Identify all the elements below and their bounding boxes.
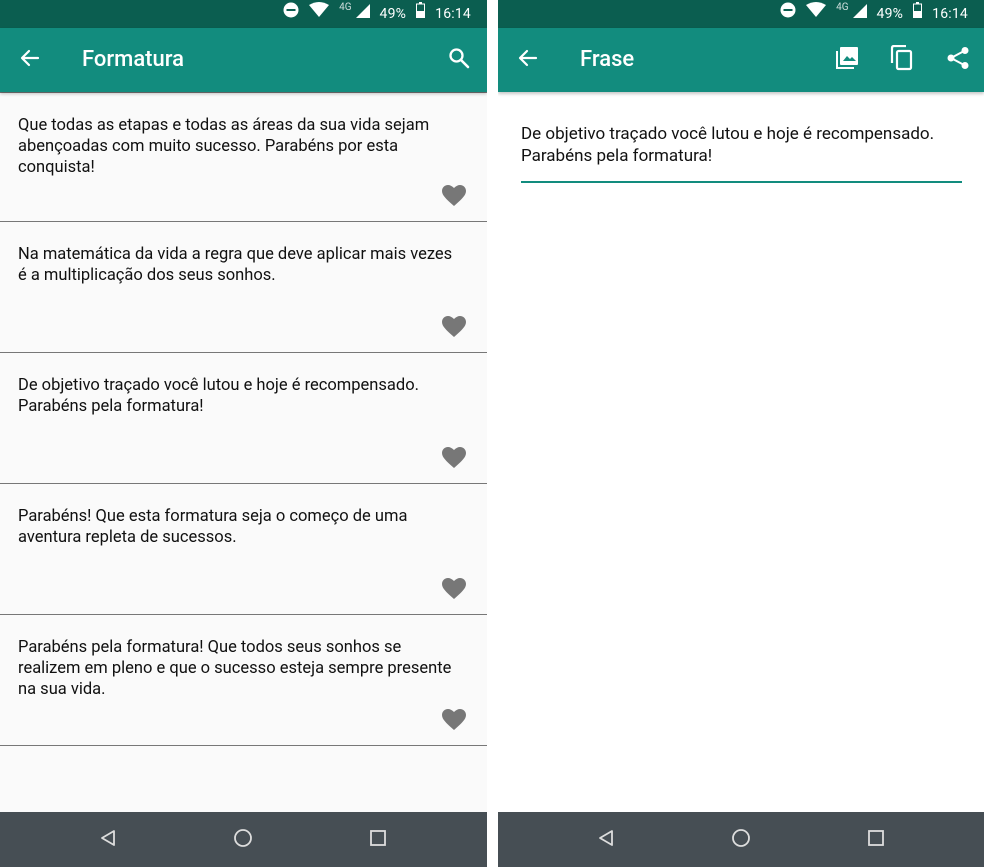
favorite-button[interactable] [441, 709, 467, 735]
battery-level: 49% [379, 6, 407, 22]
nav-recents-button[interactable] [860, 824, 892, 856]
phrase-text: Parabéns! Que esta formatura seja o come… [18, 507, 408, 547]
image-button[interactable] [829, 42, 865, 78]
phrase-list: Que todas as etapas e todas as áreas da … [0, 92, 487, 746]
nav-back-icon [99, 829, 117, 851]
search-button[interactable] [441, 42, 477, 78]
battery-icon [416, 0, 426, 28]
status-bar: 4G 49% 16:14 [0, 0, 487, 28]
copy-button[interactable] [884, 42, 920, 78]
phrase-text: De objetivo traçado você lutou e hoje é … [18, 376, 419, 416]
app-bar: Frase [498, 28, 984, 92]
list-item[interactable]: Parabéns! Que esta formatura seja o come… [0, 484, 487, 615]
network-type: 4G [339, 2, 352, 13]
heart-icon [442, 709, 466, 735]
field-underline [521, 181, 962, 183]
list-item[interactable]: De objetivo traçado você lutou e hoje é … [0, 353, 487, 484]
list-item[interactable]: Parabéns pela formatura! Que todos seus … [0, 615, 487, 746]
nav-back-button[interactable] [590, 824, 622, 856]
phrase-field[interactable]: De objetivo traçado você lutou e hoje é … [521, 123, 962, 167]
phrase-text: Que todas as etapas e todas as áreas da … [18, 116, 430, 177]
nav-recents-icon [369, 829, 387, 851]
wifi-icon [806, 0, 827, 28]
phrase-text: Na matemática da vida a regra que deve a… [18, 245, 453, 285]
nav-recents-button[interactable] [362, 824, 394, 856]
right-screen: 4G 49% 16:14 Frase De objetivo traçado v… [498, 0, 984, 867]
left-screen: 4G 49% 16:14 Formatura Que todas as etap… [0, 0, 487, 867]
list-item[interactable]: Na matemática da vida a regra que deve a… [0, 222, 487, 353]
app-bar: Formatura [0, 28, 487, 92]
clock: 16:14 [932, 6, 968, 22]
phrase-text: Parabéns pela formatura! Que todos seus … [18, 638, 452, 699]
network-type: 4G [836, 2, 849, 13]
back-button[interactable] [512, 44, 544, 76]
nav-recents-icon [867, 829, 885, 851]
copy-icon [890, 44, 914, 75]
signal-icon [852, 0, 867, 28]
nav-back-button[interactable] [92, 824, 124, 856]
navigation-bar [0, 812, 487, 867]
nav-home-icon [731, 828, 751, 852]
wifi-icon [309, 0, 330, 28]
favorite-button[interactable] [441, 185, 467, 211]
battery-level: 49% [876, 6, 904, 22]
list-item[interactable]: Que todas as etapas e todas as áreas da … [0, 92, 487, 222]
favorite-button[interactable] [441, 316, 467, 342]
page-title: Frase [580, 47, 635, 72]
battery-icon [913, 0, 923, 28]
favorite-button[interactable] [441, 578, 467, 604]
signal-icon [355, 0, 370, 28]
status-bar: 4G 49% 16:14 [498, 0, 984, 28]
heart-icon [442, 316, 466, 342]
nav-back-icon [597, 829, 615, 851]
dnd-icon [283, 0, 299, 28]
heart-icon [442, 447, 466, 473]
dnd-icon [780, 0, 796, 28]
heart-icon [442, 578, 466, 604]
search-icon [448, 47, 470, 73]
clock: 16:14 [435, 6, 471, 22]
image-icon [835, 46, 859, 74]
navigation-bar [498, 812, 984, 867]
nav-home-button[interactable] [725, 824, 757, 856]
back-button[interactable] [14, 44, 46, 76]
share-icon [946, 46, 970, 74]
favorite-button[interactable] [441, 447, 467, 473]
back-arrow-icon [518, 48, 538, 72]
screen-divider [487, 0, 498, 867]
nav-home-button[interactable] [227, 824, 259, 856]
page-title: Formatura [82, 47, 184, 72]
share-button[interactable] [940, 42, 976, 78]
phrase-editor[interactable]: De objetivo traçado você lutou e hoje é … [521, 123, 962, 183]
heart-icon [442, 185, 466, 211]
back-arrow-icon [20, 48, 40, 72]
nav-home-icon [233, 828, 253, 852]
